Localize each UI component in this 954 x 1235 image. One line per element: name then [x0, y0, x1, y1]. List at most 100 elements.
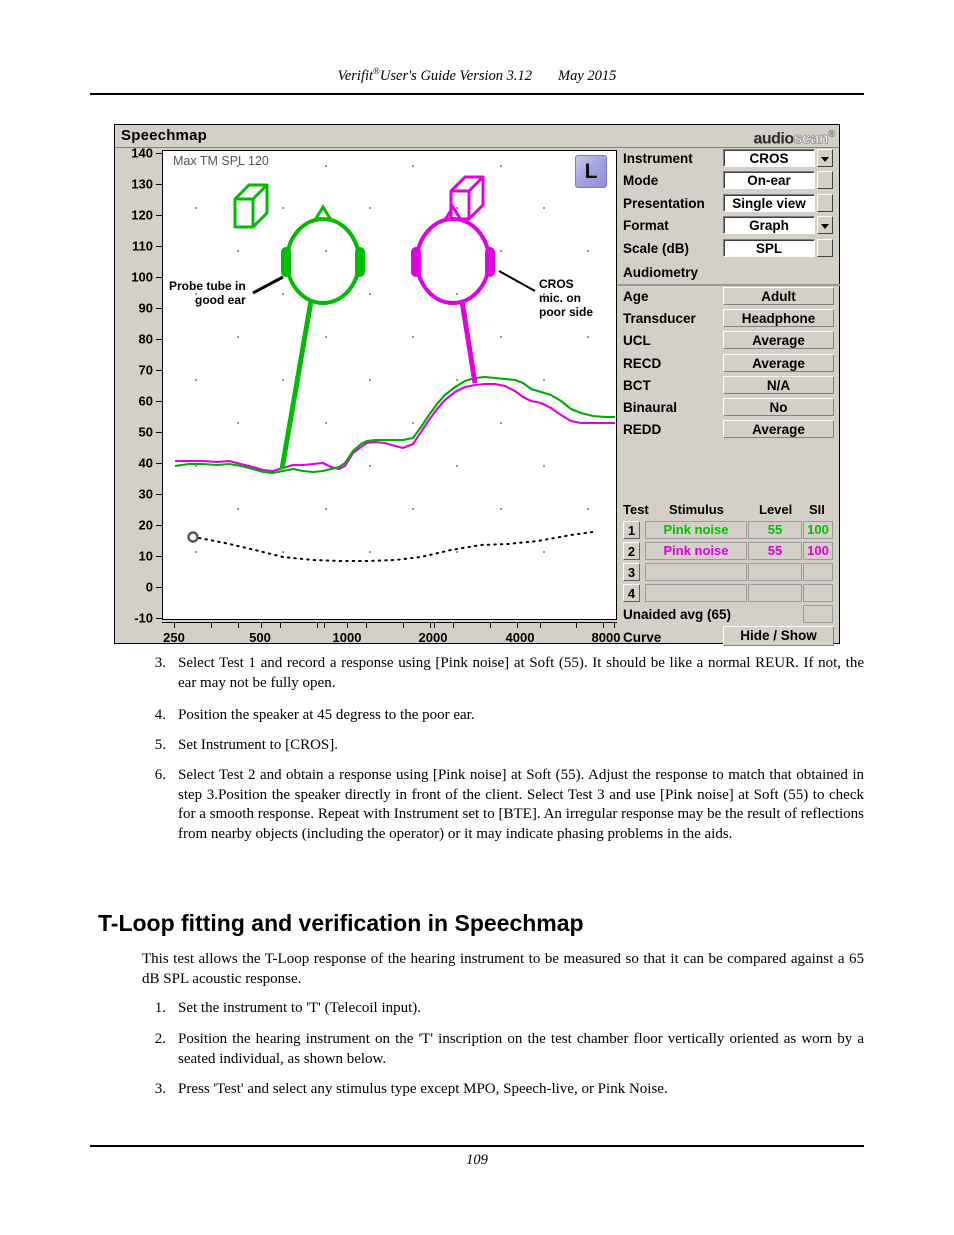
- page-number: 109: [466, 1152, 488, 1168]
- head-icon-magenta: [415, 204, 491, 305]
- list-item-number: 5.: [154, 737, 166, 753]
- audiometry-label-ucl: UCL: [623, 333, 651, 349]
- annotation-probe-tube-line2: good ear: [195, 293, 246, 307]
- audiometry-value-bct[interactable]: N/A: [723, 375, 834, 394]
- y-tick-110: 110: [132, 238, 153, 254]
- list-item-text: Position the hearing instrument on the '…: [178, 1031, 864, 1067]
- control-value-presentation[interactable]: Single view: [723, 193, 815, 212]
- audiometry-row-recd: RECD Average: [617, 353, 840, 375]
- audiometry-label-recd: RECD: [623, 355, 662, 371]
- chevron-down-icon-instrument[interactable]: [817, 149, 833, 167]
- audiometry-value-binaural[interactable]: No: [723, 397, 834, 416]
- test-stimulus-2[interactable]: Pink noise: [645, 542, 747, 560]
- y-tick-60: 60: [138, 393, 153, 409]
- test-stimulus-3[interactable]: [645, 563, 747, 581]
- audiometry-value-redd[interactable]: Average: [723, 420, 834, 439]
- list-item-text: Position the speaker at 45 degress to th…: [178, 707, 475, 723]
- list-item-number: 6.: [154, 767, 166, 783]
- control-row-mode: Mode On-ear: [617, 170, 840, 192]
- control-button-presentation[interactable]: [817, 193, 833, 212]
- test-sii-2: 100: [803, 542, 833, 560]
- magenta-ear-right: [485, 247, 495, 277]
- table-row: 1 Pink noise 55 100: [617, 520, 840, 541]
- list-item-text: Select Test 1 and record a response usin…: [178, 655, 864, 691]
- annotation-cros-mic: CROS mic. on poor side: [539, 277, 593, 319]
- control-value-scale[interactable]: SPL: [723, 238, 815, 257]
- control-button-mode[interactable]: [817, 171, 833, 190]
- logo-mark: ®: [828, 129, 835, 140]
- x-axis: 250 500 1000 2000 4000 8000: [162, 622, 620, 652]
- audiometry-section-header: Audiometry: [617, 264, 840, 286]
- running-head-title: Verifit: [337, 67, 374, 84]
- audiometry-value-transducer[interactable]: Headphone: [723, 309, 834, 328]
- y-tick-90: 90: [138, 300, 153, 316]
- curve-label: Curve: [623, 630, 662, 645]
- audiometry-row-binaural: Binaural No: [617, 397, 840, 419]
- list-item-number: 4.: [154, 707, 166, 723]
- y-tick-70: 70: [138, 362, 153, 378]
- x-tick-4000: 4000: [505, 630, 535, 645]
- test-level-1[interactable]: 55: [748, 521, 802, 539]
- plot-area[interactable]: Max TM SPL 120 L Probe tube in good ear …: [162, 150, 617, 620]
- y-tick-20: 20: [138, 517, 153, 533]
- audiometry-value-recd[interactable]: Average: [723, 353, 834, 372]
- speechmap-window: Speechmap audioscan® 140 130 120 110 100…: [114, 124, 840, 646]
- test-select-button-2[interactable]: 2: [623, 542, 640, 560]
- ear-selector-button-left[interactable]: L: [575, 155, 607, 188]
- control-label-instrument: Instrument: [623, 151, 693, 166]
- control-label-presentation: Presentation: [623, 195, 705, 211]
- test-level-2[interactable]: 55: [748, 542, 802, 560]
- running-head-date: May 2015: [558, 67, 617, 84]
- speaker-icon-green: [233, 183, 269, 229]
- test-select-button-4[interactable]: 4: [623, 584, 640, 602]
- threshold-curve: [198, 531, 594, 562]
- audioscan-logo: audioscan®: [753, 127, 835, 147]
- y-tick-120: 120: [131, 207, 153, 223]
- test-level-3[interactable]: [748, 563, 802, 581]
- test-stimulus-1[interactable]: Pink noise: [645, 521, 747, 539]
- y-tick-30: 30: [138, 486, 153, 502]
- y-tick-neg10: -10: [134, 610, 153, 626]
- test-select-button-3[interactable]: 3: [623, 563, 640, 581]
- audiometry-row-transducer: Transducer Headphone: [617, 308, 840, 330]
- control-button-scale[interactable]: [817, 238, 833, 257]
- audiometry-label-binaural: Binaural: [623, 399, 678, 415]
- green-ear-right: [355, 247, 365, 277]
- audiometry-value-age[interactable]: Adult: [723, 286, 834, 305]
- list-item: 3. Press 'Test' and select any stimulus …: [142, 1080, 864, 1100]
- hide-show-button[interactable]: Hide / Show: [723, 626, 834, 646]
- logo-scan: scan: [793, 130, 829, 148]
- audiometry-label-redd: REDD: [623, 422, 662, 438]
- list-item-number: 2.: [154, 1031, 166, 1047]
- control-value-format[interactable]: Graph: [723, 216, 815, 235]
- page-title: T-Loop fitting and verification in Speec…: [98, 910, 584, 936]
- table-row: 3: [617, 562, 840, 583]
- annotation-cros-line2: mic. on: [539, 291, 582, 305]
- list-item-number: 3.: [154, 655, 166, 671]
- window-titlebar: Speechmap audioscan®: [115, 125, 839, 148]
- test-stimulus-4[interactable]: [645, 584, 747, 602]
- x-tick-250: 250: [163, 630, 185, 645]
- y-tick-0: 0: [145, 579, 153, 595]
- footer-rule: [90, 1145, 864, 1147]
- audiometry-label-age: Age: [623, 288, 649, 304]
- control-value-mode[interactable]: On-ear: [723, 171, 815, 190]
- list-item: 1. Set the instrument to 'T' (Telecoil i…: [142, 999, 864, 1019]
- magenta-pointer-line: [459, 300, 478, 384]
- audiometry-label-transducer: Transducer: [623, 311, 696, 327]
- y-tick-100: 100: [131, 269, 153, 285]
- y-tick-140: 140: [131, 145, 153, 161]
- control-value-instrument[interactable]: CROS: [723, 149, 815, 167]
- x-tick-2000: 2000: [418, 630, 448, 645]
- chevron-down-icon-format[interactable]: [817, 216, 833, 235]
- audiometry-title: Audiometry: [623, 264, 699, 280]
- list-item-number: 3.: [154, 1081, 166, 1097]
- test-level-4[interactable]: [748, 584, 802, 602]
- head-icon-green: [285, 204, 361, 305]
- unaided-average-value: [803, 605, 833, 623]
- annotation-probe-tube-line1: Probe tube in: [169, 279, 246, 293]
- audiometry-value-ucl[interactable]: Average: [723, 331, 834, 350]
- annotation-cros-line3: poor side: [539, 305, 594, 319]
- list-item-number: 1.: [154, 1000, 166, 1016]
- test-select-button-1[interactable]: 1: [623, 521, 640, 539]
